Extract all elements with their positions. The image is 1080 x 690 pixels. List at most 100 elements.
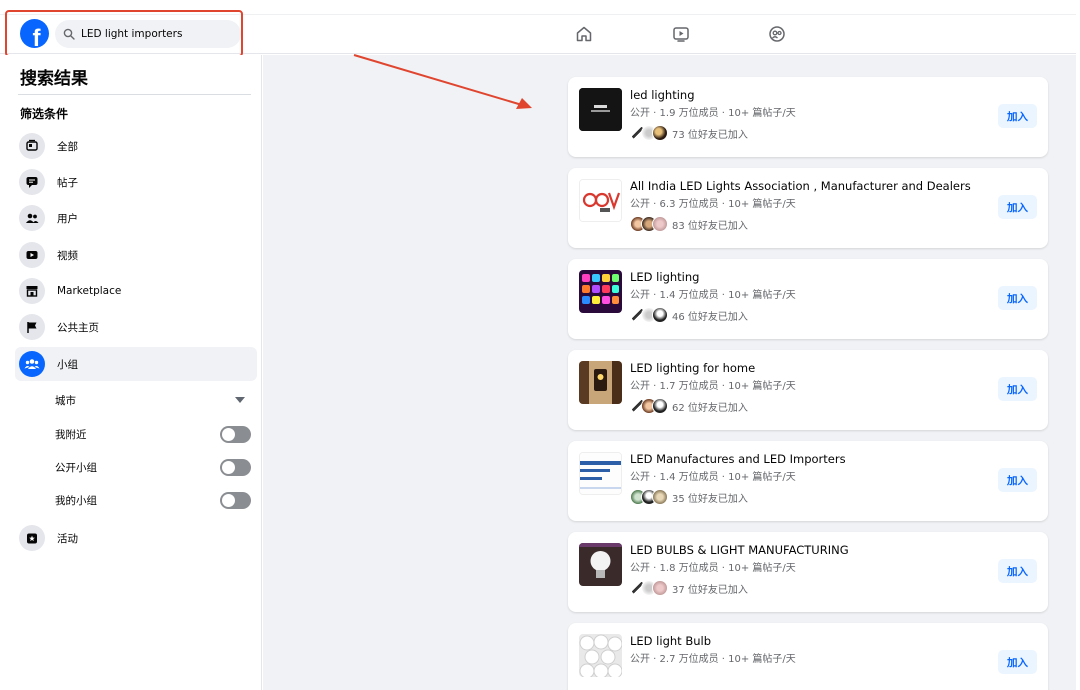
friend-avatars [630, 580, 668, 596]
friends-joined-text: 62 位好友已加入 [672, 402, 748, 414]
avatar [652, 398, 668, 414]
search-filters-sidebar: 搜索结果 筛选条件 全部 帖子 用户 视频 Marketplace 公共主页 小… [0, 55, 262, 690]
posts-icon [19, 169, 45, 195]
friends-joined-text: 37 位好友已加入 [672, 584, 748, 596]
chevron-down-icon [235, 397, 245, 403]
friends-joined: 62 位好友已加入 [630, 398, 748, 414]
join-group-button[interactable]: 加入 [998, 559, 1037, 583]
filter-city-dropdown[interactable]: 城市 [55, 388, 253, 412]
events-star-icon [19, 525, 45, 551]
facebook-search-page: f 搜索结果 筛选条件 [0, 0, 1080, 690]
group-name[interactable]: LED BULBS & LIGHT MANUFACTURING [630, 543, 849, 557]
sidebar-item-label: 活动 [57, 532, 78, 545]
group-result-card[interactable]: LED Manufactures and LED Importers 公开 · … [568, 441, 1048, 521]
people-icon [19, 205, 45, 231]
sidebar-item-groups[interactable]: 小组 [15, 347, 257, 381]
group-meta: 公开 · 6.3 万位成员 · 10+ 篇帖子/天 [630, 199, 796, 210]
group-name[interactable]: LED lighting [630, 270, 699, 284]
sidebar-item-pages[interactable]: 公共主页 [15, 310, 257, 344]
friends-joined: 46 位好友已加入 [630, 307, 748, 323]
friends-joined: 73 位好友已加入 [630, 125, 748, 141]
sidebar-item-events[interactable]: 活动 [15, 521, 257, 555]
group-result-card[interactable]: LED light Bulb 公开 · 2.7 万位成员 · 10+ 篇帖子/天… [568, 623, 1048, 690]
filter-near-me: 我附近 [55, 422, 253, 446]
group-meta: 公开 · 1.8 万位成员 · 10+ 篇帖子/天 [630, 563, 796, 574]
join-group-button[interactable]: 加入 [998, 286, 1037, 310]
group-meta: 公开 · 1.4 万位成员 · 10+ 篇帖子/天 [630, 472, 796, 483]
filter-label: 我附近 [55, 428, 87, 441]
friend-avatars [630, 398, 668, 414]
search-box[interactable] [55, 20, 241, 48]
join-group-button[interactable]: 加入 [998, 377, 1037, 401]
friend-avatars [630, 307, 668, 323]
watch-icon[interactable] [672, 25, 690, 43]
sidebar-item-marketplace[interactable]: Marketplace [15, 274, 257, 308]
friends-joined-text: 83 位好友已加入 [672, 220, 748, 232]
friends-joined-text: 73 位好友已加入 [672, 129, 748, 141]
group-thumbnail [579, 88, 622, 131]
avatar [652, 580, 668, 596]
marketplace-icon [19, 278, 45, 304]
home-icon[interactable] [575, 25, 593, 43]
sidebar-item-people[interactable]: 用户 [15, 201, 257, 235]
group-result-card[interactable]: LED lighting 公开 · 1.4 万位成员 · 10+ 篇帖子/天 4… [568, 259, 1048, 339]
sidebar-item-label: 视频 [57, 249, 78, 262]
friend-avatars [630, 125, 668, 141]
search-input[interactable] [81, 28, 231, 40]
friend-avatars [630, 216, 668, 232]
all-results-icon [19, 133, 45, 159]
join-group-button[interactable]: 加入 [998, 468, 1037, 492]
search-results-area: led lighting 公开 · 1.9 万位成员 · 10+ 篇帖子/天 7… [263, 55, 1076, 690]
group-name[interactable]: LED light Bulb [630, 634, 711, 648]
join-group-button[interactable]: 加入 [998, 650, 1037, 674]
filter-label: 城市 [55, 394, 76, 407]
friends-joined-text: 46 位好友已加入 [672, 311, 748, 323]
group-meta: 公开 · 2.7 万位成员 · 10+ 篇帖子/天 [630, 654, 796, 665]
friends-joined-text: 35 位好友已加入 [672, 493, 748, 505]
sidebar-item-videos[interactable]: 视频 [15, 238, 257, 272]
group-meta: 公开 · 1.7 万位成员 · 10+ 篇帖子/天 [630, 381, 796, 392]
pages-flag-icon [19, 314, 45, 340]
friends-joined: 37 位好友已加入 [630, 580, 748, 596]
public-groups-toggle[interactable] [220, 458, 251, 476]
group-name[interactable]: led lighting [630, 88, 695, 102]
sidebar-item-label: 帖子 [57, 176, 78, 189]
sidebar-item-label: 全部 [57, 140, 78, 153]
group-thumbnail [579, 361, 622, 404]
search-icon [63, 28, 75, 40]
groups-icon [19, 351, 45, 377]
sidebar-item-label: Marketplace [57, 285, 122, 297]
group-name[interactable]: LED lighting for home [630, 361, 755, 375]
filter-public-groups: 公开小组 [55, 455, 253, 479]
group-result-card[interactable]: LED BULBS & LIGHT MANUFACTURING 公开 · 1.8… [568, 532, 1048, 612]
group-name[interactable]: All India LED Lights Association , Manuf… [630, 179, 971, 193]
sidebar-item-label: 小组 [57, 358, 78, 371]
my-groups-toggle[interactable] [220, 491, 251, 509]
sidebar-item-posts[interactable]: 帖子 [15, 165, 257, 199]
sidebar-item-label: 用户 [57, 212, 78, 225]
group-thumbnail [579, 543, 622, 586]
group-meta: 公开 · 1.4 万位成员 · 10+ 篇帖子/天 [630, 290, 796, 301]
group-thumbnail [579, 452, 622, 495]
filters-heading: 筛选条件 [20, 107, 69, 121]
group-result-card[interactable]: All India LED Lights Association , Manuf… [568, 168, 1048, 248]
sidebar-item-all[interactable]: 全部 [15, 129, 257, 163]
near-me-toggle[interactable] [220, 425, 251, 443]
group-name[interactable]: LED Manufactures and LED Importers [630, 452, 846, 466]
group-thumbnail [579, 634, 622, 677]
join-group-button[interactable]: 加入 [998, 195, 1037, 219]
sidebar-item-label: 公共主页 [57, 321, 99, 334]
friend-avatars [630, 489, 668, 505]
avatar [652, 307, 668, 323]
video-icon [19, 242, 45, 268]
avatar [652, 489, 668, 505]
group-meta: 公开 · 1.9 万位成员 · 10+ 篇帖子/天 [630, 108, 796, 119]
facebook-logo-icon[interactable]: f [20, 19, 49, 48]
profile-icon[interactable] [768, 25, 786, 43]
group-thumbnail [579, 179, 622, 222]
group-result-card[interactable]: LED lighting for home 公开 · 1.7 万位成员 · 10… [568, 350, 1048, 430]
avatar [652, 125, 668, 141]
group-result-card[interactable]: led lighting 公开 · 1.9 万位成员 · 10+ 篇帖子/天 7… [568, 77, 1048, 157]
join-group-button[interactable]: 加入 [998, 104, 1037, 128]
sidebar-divider [18, 94, 251, 95]
